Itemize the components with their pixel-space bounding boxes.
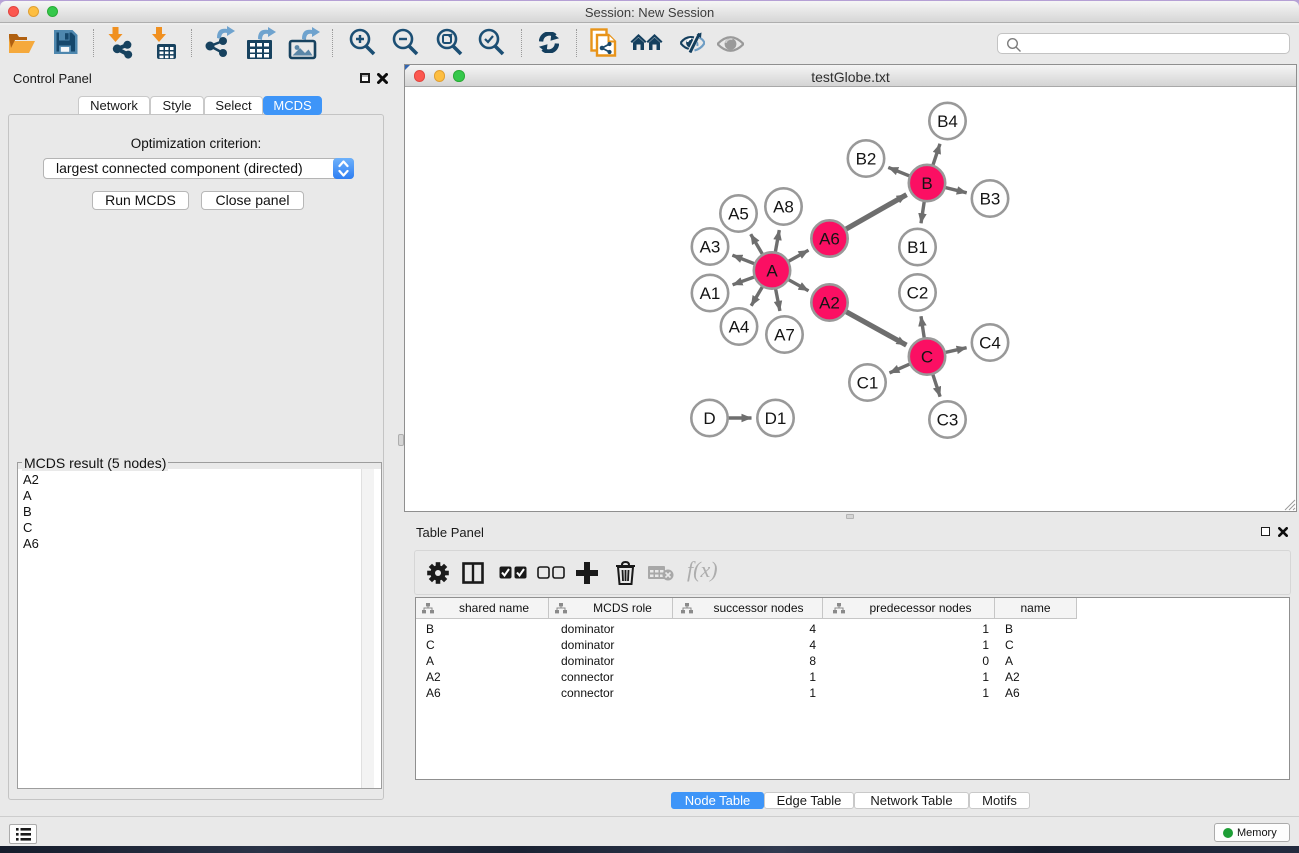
svg-text:B3: B3 — [980, 190, 1001, 209]
svg-text:B: B — [921, 174, 932, 193]
svg-text:B1: B1 — [907, 238, 928, 257]
svg-text:A1: A1 — [700, 284, 721, 303]
svg-text:C2: C2 — [907, 284, 929, 303]
svg-text:C1: C1 — [857, 374, 879, 393]
svg-text:D1: D1 — [765, 409, 787, 428]
svg-text:A5: A5 — [728, 205, 749, 224]
svg-text:A7: A7 — [774, 326, 795, 345]
svg-text:B2: B2 — [856, 150, 877, 169]
svg-text:D: D — [703, 409, 715, 428]
svg-text:A4: A4 — [729, 318, 750, 337]
svg-text:C: C — [921, 348, 933, 367]
svg-text:B4: B4 — [937, 112, 958, 131]
svg-text:A2: A2 — [819, 294, 840, 313]
svg-text:C4: C4 — [979, 334, 1001, 353]
svg-text:A8: A8 — [773, 198, 794, 217]
svg-text:A6: A6 — [819, 230, 840, 249]
svg-text:A: A — [766, 262, 778, 281]
svg-text:A3: A3 — [700, 238, 721, 257]
svg-text:C3: C3 — [937, 411, 959, 430]
